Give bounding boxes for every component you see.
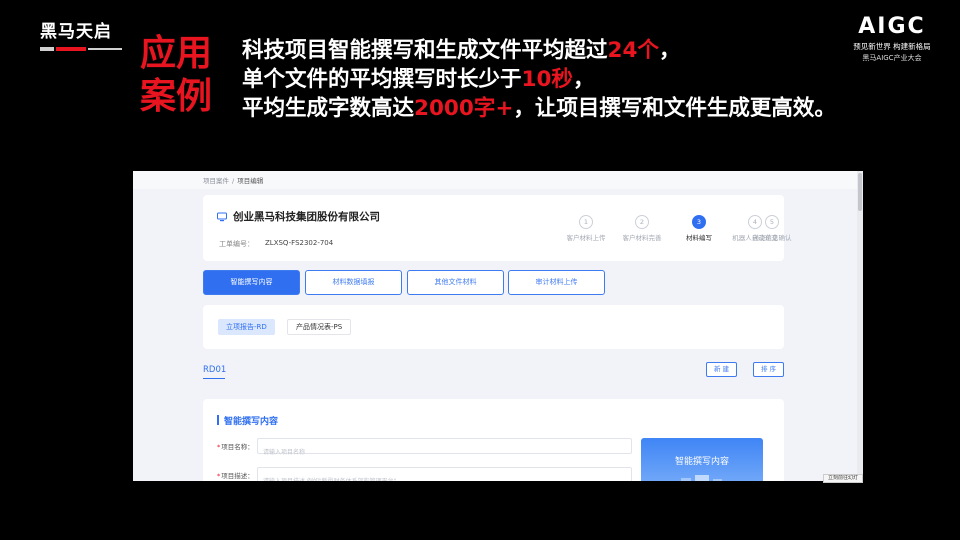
tab-smart-writing[interactable]: 智能撰写内容 (203, 270, 300, 295)
illustration-icon (681, 475, 722, 481)
order-number-value: ZLXSQ-FS2302-704 (265, 239, 334, 247)
ai-writing-label: 智能撰写内容 (674, 457, 729, 467)
headline-line-3: 平均生成字数高达2000字+，让项目撰写和文件生成更高效。 (242, 96, 836, 121)
breadcrumb-item-edit: 项目编辑 (237, 177, 264, 185)
project-name-label: *项目名称： (217, 443, 254, 451)
breadcrumb-item-cases[interactable]: 项目案件 (203, 177, 229, 185)
step-label: 客户材料上传 (566, 234, 606, 242)
headline: 科技项目智能撰写和生成文件平均超过24个， 单个文件的平均撰写时长少于10秒， … (242, 36, 836, 123)
top-bar: 项目案件 / 项目编辑 (133, 171, 863, 189)
tab-material-data[interactable]: 材料数据填报 (305, 270, 402, 295)
form-title: 智能撰写内容 (224, 417, 279, 427)
step-label: 客户材料完善 (622, 234, 662, 242)
brand-logo-left: 黑马天启 (40, 17, 122, 57)
tab-other-files[interactable]: 其他文件材料 (407, 270, 504, 295)
headline-line-1: 科技项目智能撰写和生成文件平均超过24个， (242, 38, 681, 63)
step-3[interactable]: 3 材料编写 (669, 215, 729, 242)
corner-tooltip[interactable]: 立刻前往幻灯 (823, 474, 863, 483)
company-name: 创业黑马科技集团股份有限公司 (233, 211, 380, 223)
rd-item-tab[interactable]: RD01 (203, 365, 226, 375)
aigc-logo: AIGC (858, 14, 926, 39)
breadcrumb: 项目案件 / 项目编辑 (203, 177, 264, 185)
doc-tab-rd[interactable]: 立项报告-RD (218, 319, 275, 335)
step-label: 材料编写 (686, 234, 712, 242)
company-card: 创业黑马科技集团股份有限公司 工单编号： ZLXSQ-FS2302-704 1 … (203, 195, 792, 261)
headline-line-2: 单个文件的平均撰写时长少于10秒， (242, 67, 595, 92)
monitor-icon (217, 212, 227, 222)
smart-writing-form: 智能撰写内容 *项目名称： *项目描述： 智能撰写内容 (203, 399, 784, 481)
step-5[interactable]: 5 递交信息确认 (742, 215, 802, 242)
brand-logo-right: AIGC 预见新世界 构建新格局 黑马AIGC产业大会 (836, 14, 948, 64)
brand-event: 黑马AIGC产业大会 (862, 54, 922, 62)
new-button[interactable]: 新 建 (706, 362, 737, 377)
document-tabs-card: 立项报告-RD 产品情况表-PS (203, 305, 784, 349)
project-name-input[interactable] (258, 445, 631, 460)
doc-tab-ps[interactable]: 产品情况表-PS (287, 319, 352, 335)
sort-button[interactable]: 排 序 (753, 362, 784, 377)
app-screenshot: 项目案件 / 项目编辑 创业黑马科技集团股份有限公司 工单编号： ZLXSQ-FS2… (133, 171, 863, 481)
step-number: 2 (635, 215, 649, 229)
rd-item-underline (203, 378, 225, 379)
form-title-accent (217, 415, 219, 425)
project-desc-label: *项目描述： (217, 472, 254, 480)
step-1[interactable]: 1 客户材料上传 (556, 215, 616, 242)
brand-logo-text: 黑马天启 (40, 22, 112, 42)
brand-logo-stripe (40, 44, 122, 54)
step-number: 1 (579, 215, 593, 229)
ai-writing-button[interactable]: 智能撰写内容 (641, 438, 763, 481)
tab-audit-upload[interactable]: 审计材料上传 (508, 270, 605, 295)
step-number: 3 (692, 215, 706, 229)
project-name-field[interactable] (257, 438, 632, 460)
scrollbar-thumb[interactable] (858, 173, 862, 211)
step-2[interactable]: 2 客户材料完善 (612, 215, 672, 242)
step-number: 5 (765, 215, 779, 229)
project-desc-input[interactable] (258, 474, 631, 481)
brand-tagline: 预见新世界 构建新格局 (853, 42, 931, 51)
scrollbar[interactable] (857, 171, 863, 481)
section-heading: 应用案例 (140, 33, 213, 117)
project-desc-field[interactable] (257, 467, 632, 481)
step-label: 递交信息确认 (752, 234, 792, 242)
order-number-label: 工单编号： (219, 240, 254, 248)
